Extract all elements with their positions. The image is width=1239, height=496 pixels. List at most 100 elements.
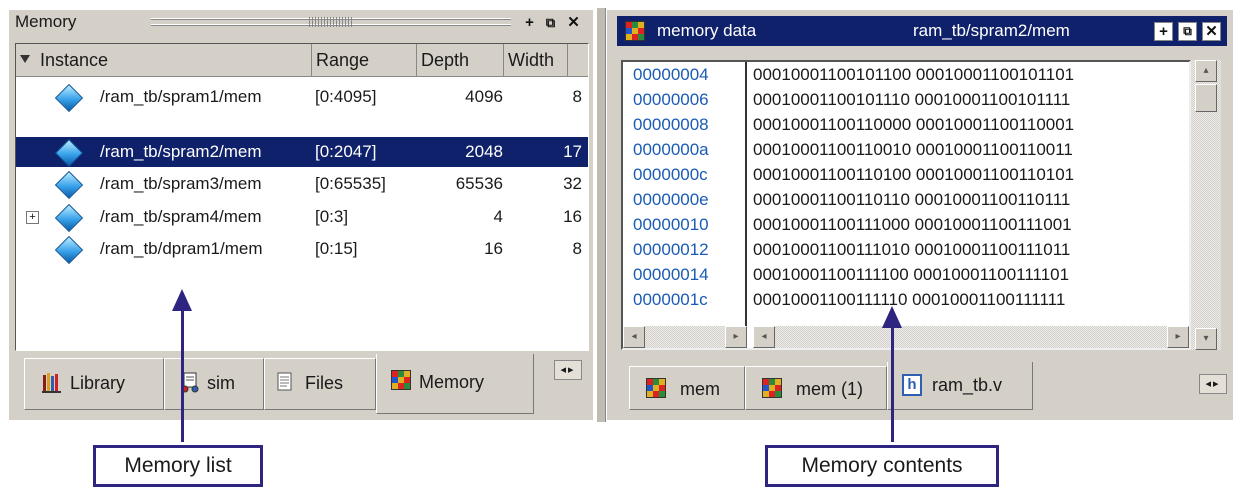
data-cell[interactable]: 00010001100111000 00010001100111001 (753, 212, 1189, 237)
instance-cell: /ram_tb/spram4/mem (100, 207, 262, 226)
callout-memory-contents: Memory contents (765, 445, 999, 487)
tab-sim[interactable]: sim (164, 358, 264, 410)
width-cell: 17 (563, 142, 582, 161)
memory-instance-icon (54, 138, 84, 168)
address-cell: 00000004 (633, 65, 709, 84)
dock-icon[interactable]: + (521, 14, 538, 31)
data-cell[interactable]: 00010001100101110 00010001100101111 (753, 87, 1189, 112)
tab-memory[interactable]: Memory (376, 354, 534, 414)
panel-title: Memory (15, 12, 77, 31)
column-header-depth[interactable]: Depth (417, 44, 504, 76)
memory-icon (391, 370, 411, 390)
data-cell[interactable]: 00010001100110000 00010001100110001 (753, 112, 1189, 137)
tab-label: mem (1) (796, 379, 863, 399)
tab-ram-tb-v[interactable]: h ram_tb.v (887, 362, 1033, 410)
grip-handle-icon[interactable] (309, 17, 353, 27)
tab-scroll-arrows[interactable]: ◂▸ (1199, 374, 1227, 394)
data-cell[interactable]: 00010001100110110 00010001100110111 (753, 187, 1189, 212)
address-cell: 00000006 (633, 90, 709, 109)
instance-cell: /ram_tb/dpram1/mem (100, 239, 263, 258)
sort-arrow-icon[interactable] (20, 55, 30, 63)
table-row[interactable]: + /ram_tb/spram4/mem [0:3] 4 16 (16, 202, 588, 233)
memory-list-panel: Memory + ⧉ ✕ Instance Range Depth Width … (9, 10, 593, 420)
column-label: Instance (40, 50, 109, 70)
data-cell[interactable]: 00010001100110100 00010001100110101 (753, 162, 1189, 187)
address-cell: 0000000e (633, 190, 709, 209)
tab-library[interactable]: Library (24, 358, 164, 410)
tab-mem-1[interactable]: mem (1) (745, 366, 887, 410)
instance-cell: /ram_tb/spram2/mem (100, 142, 262, 161)
memory-list-table: Instance Range Depth Width /ram_tb/spram… (15, 43, 589, 351)
memory-data-view[interactable]: 00000004 00000006 00000008 0000000a 0000… (621, 60, 1191, 350)
panel-splitter[interactable] (596, 8, 606, 422)
depth-cell: 65536 (455, 174, 503, 193)
tab-files[interactable]: Files (264, 358, 376, 410)
memory-data-panel: memory data ram_tb/spram2/mem + ⧉ ✕ 0000… (607, 10, 1233, 420)
address-cell: 0000000c (633, 165, 708, 184)
callout-line (891, 326, 894, 442)
data-hscrollbar[interactable]: ◂ ▸ (753, 326, 1189, 348)
dock-icon[interactable]: + (1154, 22, 1173, 41)
tab-label: sim (207, 373, 235, 393)
data-vscrollbar[interactable]: ▴ ▾ (1191, 60, 1221, 350)
column-header-instance[interactable]: Instance (16, 44, 312, 76)
data-column: 00010001100101100 00010001100101101 0001… (753, 62, 1189, 326)
tab-label: ram_tb.v (932, 375, 1003, 395)
table-row[interactable]: /ram_tb/spram3/mem [0:65535] 65536 32 (16, 169, 588, 200)
width-cell: 32 (563, 174, 582, 193)
close-icon[interactable]: ✕ (1202, 22, 1221, 41)
data-cell[interactable]: 00010001100101100 00010001100101101 (753, 62, 1189, 87)
memory-icon (762, 378, 782, 398)
data-cell[interactable]: 00010001100111010 00010001100111011 (753, 237, 1189, 262)
instance-cell: /ram_tb/spram3/mem (100, 174, 262, 193)
tab-mem[interactable]: mem (629, 366, 745, 410)
tab-scroll-arrows[interactable]: ◂▸ (554, 360, 582, 380)
expand-plus-icon[interactable]: + (26, 211, 39, 224)
callout-arrow-icon (882, 306, 902, 328)
table-row-selected[interactable]: /ram_tb/spram2/mem [0:2047] 2048 17 (16, 137, 588, 168)
files-icon (277, 372, 292, 391)
table-header: Instance Range Depth Width (16, 44, 588, 77)
window-path: ram_tb/spram2/mem (913, 21, 1070, 40)
memory-instance-icon (54, 83, 84, 113)
memory-instance-icon (54, 170, 84, 200)
table-row[interactable]: /ram_tb/spram1/mem [0:4095] 4096 8 (16, 82, 588, 113)
table-row[interactable]: /ram_tb/dpram1/mem [0:15] 16 8 (16, 234, 588, 265)
data-cell[interactable]: 00010001100110010 00010001100110011 (753, 137, 1189, 162)
range-cell: [0:4095] (315, 87, 377, 106)
address-cell: 00000008 (633, 115, 709, 134)
memory-instance-icon (54, 235, 84, 265)
column-header-width[interactable]: Width (504, 44, 568, 76)
scroll-thumb[interactable] (1195, 84, 1217, 112)
range-cell: [0:2047] (315, 142, 377, 161)
scroll-right-icon[interactable]: ▸ (725, 326, 747, 348)
range-cell: [0:65535] (315, 174, 386, 193)
undock-icon[interactable]: ⧉ (1178, 22, 1197, 41)
address-hscrollbar[interactable]: ◂ ▸ (623, 326, 747, 348)
scroll-right-icon[interactable]: ▸ (1167, 326, 1189, 348)
callout-line (181, 308, 184, 442)
width-cell: 8 (572, 87, 582, 106)
scroll-up-icon[interactable]: ▴ (1195, 60, 1217, 82)
scroll-left-icon[interactable]: ◂ (753, 326, 775, 348)
range-cell: [0:3] (315, 207, 349, 226)
tab-label: Library (70, 373, 126, 393)
data-cell[interactable]: 00010001100111100 00010001100111101 (753, 262, 1189, 287)
tab-label: Files (305, 373, 344, 393)
close-icon[interactable]: ✕ (565, 14, 582, 31)
column-header-range[interactable]: Range (312, 44, 417, 76)
memory-icon (646, 378, 666, 398)
undock-icon[interactable]: ⧉ (542, 14, 559, 31)
hdl-file-icon: h (902, 374, 922, 396)
data-cell[interactable]: 00010001100111110 00010001100111111 (753, 287, 1189, 312)
address-column: 00000004 00000006 00000008 0000000a 0000… (623, 62, 747, 326)
tab-label: Memory (419, 372, 485, 392)
scroll-left-icon[interactable]: ◂ (623, 326, 645, 348)
range-cell: [0:15] (315, 239, 358, 258)
address-cell: 0000001c (633, 290, 708, 309)
memory-icon (625, 21, 645, 41)
tab-label: mem (680, 379, 720, 399)
depth-cell: 2048 (465, 142, 503, 161)
scroll-down-icon[interactable]: ▾ (1195, 328, 1217, 350)
instance-cell: /ram_tb/spram1/mem (100, 87, 262, 106)
